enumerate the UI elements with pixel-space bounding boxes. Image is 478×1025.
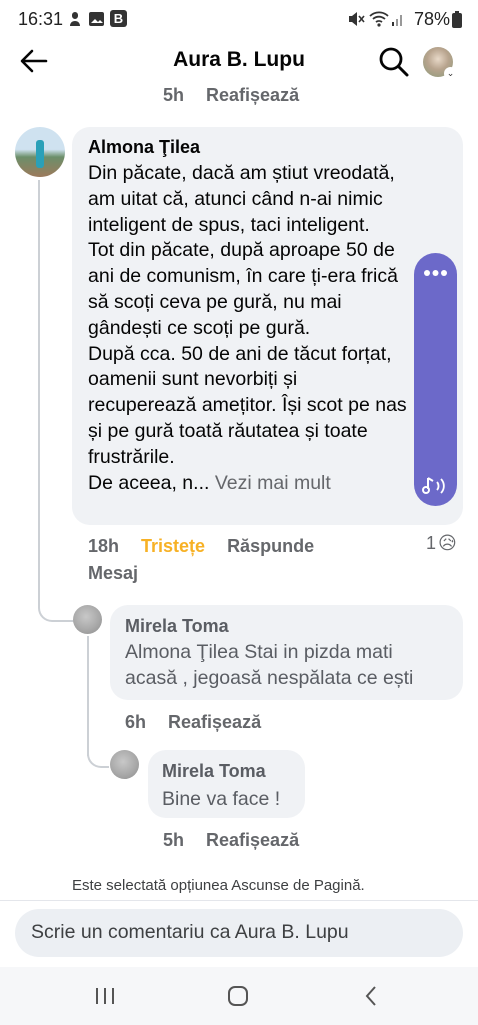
profile-switcher-avatar[interactable]: ⌄ [423,47,457,80]
see-more-link[interactable]: Vezi mai mult [215,472,331,494]
reply-line: acasă , jegoasă nespălata ce ești [125,666,414,689]
comment-author[interactable]: Almona Ţilea [88,137,200,158]
reaction-count: 1 [426,533,437,553]
comment-line: După cca. 50 de ani de tăcut forțat, [88,342,392,365]
reply-time: 6h [125,712,147,732]
previous-reply-meta: 5h Reafișează [163,85,299,106]
comment-line: Tot din păcate, după aproape 50 de [88,239,395,262]
restore-button[interactable]: Reafișează [168,712,261,732]
mute-icon [349,12,365,26]
reply-avatar[interactable] [110,750,139,779]
thread-connector [38,600,74,622]
comment-line: recuperează amețitor. Își scot pe nas [88,394,407,417]
status-bar: 16:31 B 78% [0,0,478,40]
comment-line: am uitat că, atunci când n-ai nimic [88,187,383,210]
reaction-button[interactable]: Tristețe [141,536,205,556]
reply-bubble: Mirela Toma Almona Ţilea Stai in pizda m… [110,605,463,700]
thread-connector [87,748,109,768]
reply-text: Bine va face ! [162,788,281,810]
search-icon[interactable] [378,46,410,78]
comment-line: frustrările. [88,445,175,468]
top-bar: Aura B. Lupu ⌄ [0,40,478,86]
reaction-summary[interactable]: 1 😥 [426,533,457,554]
floating-assistant[interactable] [414,253,457,506]
comment-line: și pe gură toată răutatea și toate [88,419,368,442]
hidden-notice: Este selectată opțiunea Ascunse de Pagin… [72,877,365,894]
reply-time: 5h [163,85,185,105]
commenter-avatar[interactable] [15,127,65,177]
comment-line: gândești ce scoți pe gură. [88,316,311,339]
comment-line: ani de comunism, în care ți-era frică [88,265,398,288]
reply-author[interactable]: Mirela Toma [162,761,266,782]
comment-text: Din păcate, dacă am știut vreodată, am u… [88,161,461,496]
reply-button[interactable]: Răspunde [227,536,314,556]
audio-note-icon[interactable] [422,475,450,497]
battery-percent: 78% [413,9,450,29]
status-time: 16:31 [18,9,64,29]
home-icon[interactable] [227,985,249,1007]
comment-meta: 18h Tristețe Răspunde [88,536,314,557]
recents-icon[interactable] [94,986,116,1006]
comment-time: 18h [88,536,120,556]
reply-meta: 5h Reafișează [163,830,299,851]
message-button[interactable]: Mesaj [88,563,138,584]
comment-line: să scoți ceva pe gură, nu mai [88,290,342,313]
wifi-icon [369,11,389,27]
reply-text: Almona Ţilea Stai in pizda mati acasă , … [125,640,413,692]
comment-line-truncated: De aceea, n... [88,471,210,494]
battery-icon [452,11,462,28]
reply-avatar[interactable] [73,605,102,634]
reply-line: Almona Ţilea Stai in pizda mati [125,641,393,663]
back-icon[interactable] [364,985,378,1007]
chevron-down-icon: ⌄ [444,67,457,80]
restore-button[interactable]: Reafișează [206,830,299,850]
sad-reaction-icon: 😥 [438,533,457,553]
reply-time: 5h [163,830,185,850]
notification-icon [70,12,80,26]
signal-icon [392,15,402,26]
app-badge: B [110,10,127,27]
comment-input[interactable]: Scrie un comentariu ca Aura B. Lupu [15,909,463,957]
comment-input-placeholder: Scrie un comentariu ca Aura B. Lupu [31,921,349,943]
thread-line [87,636,89,756]
gallery-icon [89,12,104,26]
system-nav-bar [0,967,478,1025]
reply-bubble: Mirela Toma Bine va face ! [148,750,305,818]
comment-line: inteligent de spus, taci inteligent. [88,213,370,236]
more-dots-icon[interactable] [423,269,448,277]
reply-author[interactable]: Mirela Toma [125,616,229,637]
comment-line: Din păcate, dacă am știut vreodată, [88,162,395,184]
restore-button[interactable]: Reafișează [206,85,299,105]
thread-line [38,180,40,608]
comment-bubble: Almona Ţilea Din păcate, dacă am știut v… [72,127,463,525]
comment-line: oamenii sunt nevorbiți și [88,368,298,391]
reply-meta: 6h Reafișează [125,712,261,733]
